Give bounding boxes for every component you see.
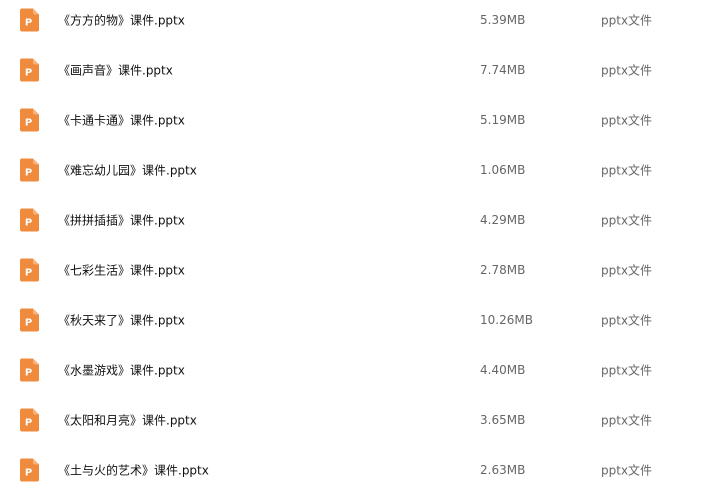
file-size: 5.39MB bbox=[480, 13, 526, 27]
file-name[interactable]: 《土与火的艺术》课件.pptx bbox=[58, 462, 209, 479]
svg-text:P: P bbox=[25, 368, 32, 379]
svg-text:P: P bbox=[25, 68, 32, 79]
file-type: pptx文件 bbox=[601, 463, 653, 478]
file-size: 5.19MB bbox=[480, 113, 526, 127]
file-size: 4.29MB bbox=[480, 213, 526, 227]
svg-text:P: P bbox=[25, 418, 32, 429]
file-size: 10.26MB bbox=[480, 313, 533, 327]
file-name[interactable]: 《秋天来了》课件.pptx bbox=[58, 312, 185, 329]
pptx-file-icon: P bbox=[20, 308, 39, 332]
pptx-file-icon: P bbox=[20, 458, 39, 482]
file-type: pptx文件 bbox=[601, 413, 653, 428]
pptx-file-icon: P bbox=[20, 258, 39, 282]
file-row[interactable]: P 《卡通卡通》课件.pptx 5.19MB pptx文件 bbox=[0, 95, 713, 145]
file-name[interactable]: 《拼拼插插》课件.pptx bbox=[58, 212, 185, 229]
svg-text:P: P bbox=[25, 268, 32, 279]
file-row[interactable]: P 《水墨游戏》课件.pptx 4.40MB pptx文件 bbox=[0, 345, 713, 395]
file-row[interactable]: P 《秋天来了》课件.pptx 10.26MB pptx文件 bbox=[0, 295, 713, 345]
file-name[interactable]: 《七彩生活》课件.pptx bbox=[58, 262, 185, 279]
file-row[interactable]: P 《太阳和月亮》课件.pptx 3.65MB pptx文件 bbox=[0, 395, 713, 445]
pptx-file-icon: P bbox=[20, 58, 39, 82]
file-size: 2.63MB bbox=[480, 463, 526, 477]
file-type: pptx文件 bbox=[601, 13, 653, 28]
pptx-file-icon: P bbox=[20, 8, 39, 32]
file-row[interactable]: P 《难忘幼儿园》课件.pptx 1.06MB pptx文件 bbox=[0, 145, 713, 195]
file-row[interactable]: P 《土与火的艺术》课件.pptx 2.63MB pptx文件 bbox=[0, 445, 713, 495]
file-name[interactable]: 《方方的物》课件.pptx bbox=[58, 12, 185, 29]
svg-text:P: P bbox=[25, 318, 32, 329]
file-type: pptx文件 bbox=[601, 213, 653, 228]
file-name[interactable]: 《太阳和月亮》课件.pptx bbox=[58, 412, 197, 429]
file-type: pptx文件 bbox=[601, 113, 653, 128]
pptx-file-icon: P bbox=[20, 158, 39, 182]
file-row[interactable]: P 《画声音》课件.pptx 7.74MB pptx文件 bbox=[0, 45, 713, 95]
svg-text:P: P bbox=[25, 118, 32, 129]
svg-text:P: P bbox=[25, 168, 32, 179]
file-name[interactable]: 《难忘幼儿园》课件.pptx bbox=[58, 162, 197, 179]
file-type: pptx文件 bbox=[601, 313, 653, 328]
file-size: 3.65MB bbox=[480, 413, 526, 427]
svg-text:P: P bbox=[25, 468, 32, 479]
pptx-file-icon: P bbox=[20, 408, 39, 432]
file-row[interactable]: P 《拼拼插插》课件.pptx 4.29MB pptx文件 bbox=[0, 195, 713, 245]
pptx-file-icon: P bbox=[20, 208, 39, 232]
file-name[interactable]: 《卡通卡通》课件.pptx bbox=[58, 112, 185, 129]
file-name[interactable]: 《水墨游戏》课件.pptx bbox=[58, 362, 185, 379]
file-size: 7.74MB bbox=[480, 63, 526, 77]
file-type: pptx文件 bbox=[601, 263, 653, 278]
file-type: pptx文件 bbox=[601, 63, 653, 78]
file-row[interactable]: P 《七彩生活》课件.pptx 2.78MB pptx文件 bbox=[0, 245, 713, 295]
file-type: pptx文件 bbox=[601, 163, 653, 178]
pptx-file-icon: P bbox=[20, 108, 39, 132]
file-row[interactable]: P 《方方的物》课件.pptx 5.39MB pptx文件 bbox=[0, 0, 713, 45]
svg-text:P: P bbox=[25, 218, 32, 229]
file-type: pptx文件 bbox=[601, 363, 653, 378]
file-size: 4.40MB bbox=[480, 363, 526, 377]
file-name[interactable]: 《画声音》课件.pptx bbox=[58, 62, 173, 79]
file-size: 1.06MB bbox=[480, 163, 526, 177]
svg-text:P: P bbox=[25, 18, 32, 29]
file-list: P 《方方的物》课件.pptx 5.39MB pptx文件 P 《画声音》课件.… bbox=[0, 0, 713, 482]
file-size: 2.78MB bbox=[480, 263, 526, 277]
pptx-file-icon: P bbox=[20, 358, 39, 382]
